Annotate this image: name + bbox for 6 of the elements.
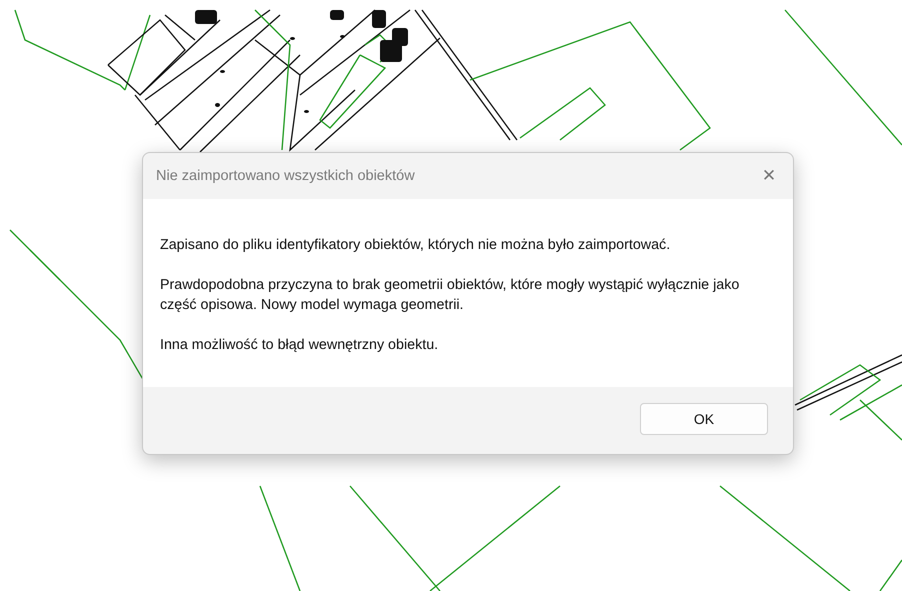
message-text: Inna możliwość to błąd wewnętrzny obiektu.: [160, 336, 440, 355]
ok-button[interactable]: OK: [640, 403, 768, 435]
message-text: Zapisano do pliku identyfikatory obiektów, których nie można było zaimportować.: [160, 236, 672, 255]
message-text: Prawdopodobna przyczyna to brak geometrii obiektów, które mogły wystąpić wyłącznie jako część opisowa. Nowy model wymaga geometrii.: [160, 276, 740, 315]
close-button[interactable]: ✕: [745, 153, 793, 199]
dialog-title: Nie zaimportowano wszystkich obiektów: [156, 168, 415, 184]
